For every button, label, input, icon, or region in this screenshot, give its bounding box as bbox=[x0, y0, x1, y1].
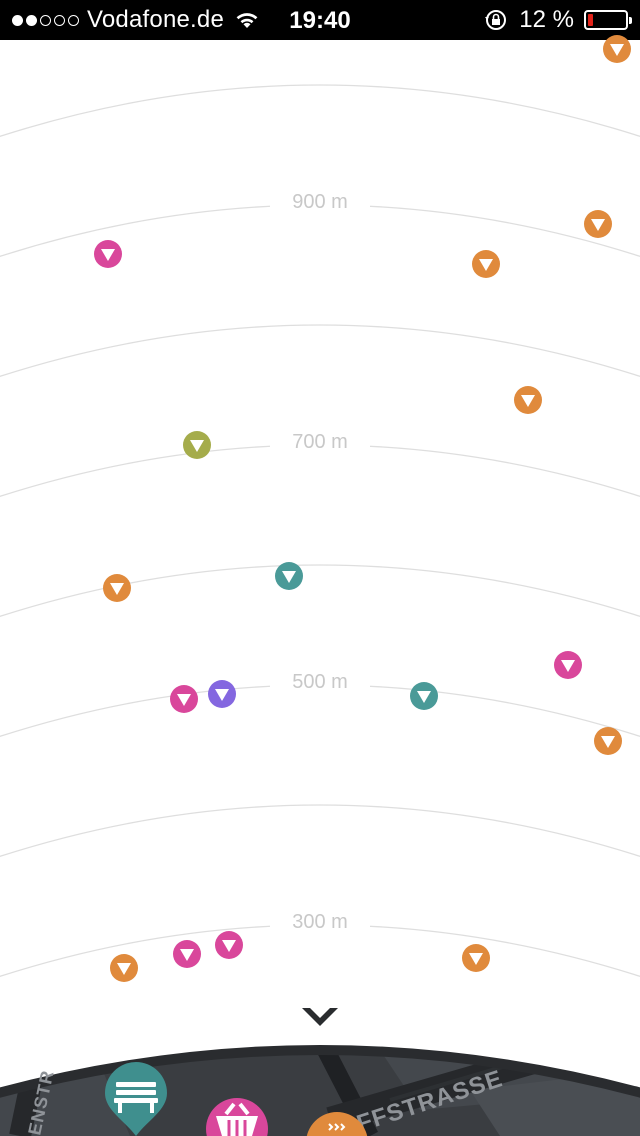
poi-direction-icon bbox=[222, 940, 236, 952]
ring-400 bbox=[0, 804, 640, 858]
poi-marker[interactable] bbox=[183, 431, 211, 459]
poi-marker[interactable] bbox=[514, 386, 542, 414]
poi-direction-icon bbox=[110, 583, 124, 595]
poi-direction-icon bbox=[180, 949, 194, 961]
poi-marker[interactable] bbox=[170, 685, 198, 713]
poi-marker[interactable] bbox=[462, 944, 490, 972]
poi-direction-icon bbox=[521, 395, 535, 407]
poi-marker[interactable] bbox=[110, 954, 138, 982]
poi-marker[interactable] bbox=[275, 562, 303, 590]
distance-label-500: 500 m bbox=[270, 670, 370, 694]
status-right: 12 % bbox=[485, 6, 632, 34]
distance-radar[interactable]: 900 m 700 m 500 m 300 m bbox=[0, 35, 640, 1136]
poi-direction-icon bbox=[561, 660, 575, 672]
poi-direction-icon bbox=[469, 953, 483, 965]
ring-600 bbox=[0, 564, 640, 618]
poi-direction-icon bbox=[610, 44, 624, 56]
poi-marker[interactable] bbox=[94, 240, 122, 268]
poi-marker[interactable] bbox=[208, 680, 236, 708]
ring-300 bbox=[0, 924, 640, 978]
rotation-lock-icon bbox=[485, 10, 507, 30]
basket-pin-icon[interactable] bbox=[204, 1096, 270, 1136]
ring-800 bbox=[0, 324, 640, 378]
battery-percentage: 12 % bbox=[519, 6, 574, 33]
poi-direction-icon bbox=[601, 736, 615, 748]
ring-1000 bbox=[0, 84, 640, 138]
distance-label-300: 300 m bbox=[270, 910, 370, 934]
poi-direction-icon bbox=[215, 689, 229, 701]
poi-direction-icon bbox=[591, 219, 605, 231]
poi-direction-icon bbox=[177, 694, 191, 706]
poi-marker[interactable] bbox=[472, 250, 500, 278]
poi-marker[interactable] bbox=[215, 931, 243, 959]
poi-direction-icon bbox=[282, 571, 296, 583]
poi-direction-icon bbox=[117, 963, 131, 975]
poi-direction-icon bbox=[101, 249, 115, 261]
distance-label-900: 900 m bbox=[270, 190, 370, 214]
poi-marker[interactable] bbox=[584, 210, 612, 238]
poi-marker[interactable] bbox=[103, 574, 131, 602]
distance-label-700: 700 m bbox=[270, 430, 370, 454]
heat-pin-icon[interactable] bbox=[304, 1110, 370, 1136]
poi-direction-icon bbox=[479, 259, 493, 271]
poi-marker[interactable] bbox=[603, 35, 631, 63]
battery-icon bbox=[584, 10, 632, 30]
ring-700 bbox=[0, 444, 640, 498]
poi-marker[interactable] bbox=[554, 651, 582, 679]
bench-pin-icon[interactable] bbox=[103, 1060, 169, 1136]
ring-500 bbox=[0, 684, 640, 738]
poi-direction-icon bbox=[417, 691, 431, 703]
poi-direction-icon bbox=[190, 440, 204, 452]
status-bar: Vodafone.de 19:40 12 % bbox=[0, 0, 640, 40]
poi-marker[interactable] bbox=[410, 682, 438, 710]
poi-marker[interactable] bbox=[173, 940, 201, 968]
poi-marker[interactable] bbox=[594, 727, 622, 755]
